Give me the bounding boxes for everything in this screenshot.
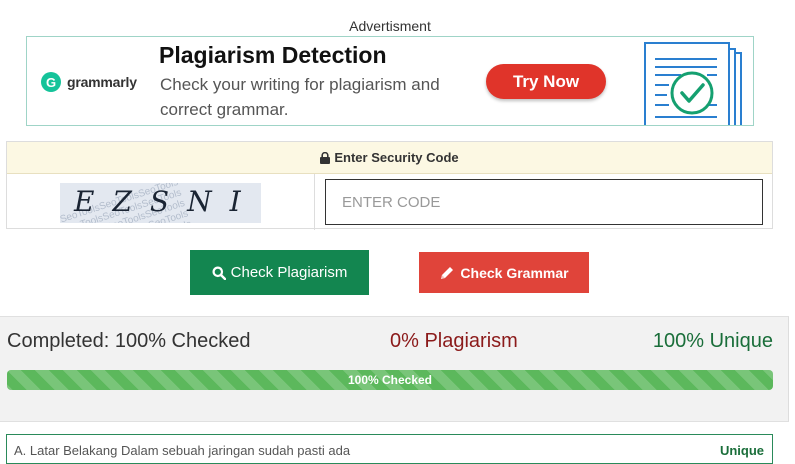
progress-fill: 100% Checked (7, 370, 773, 390)
unique-percentage: 100% Unique (652, 330, 773, 352)
results-panel: Completed: 100% Checked 0% Plagiarism 10… (0, 316, 789, 422)
result-list: A. Latar Belakang Dalam sebuah jaringan … (6, 434, 773, 464)
plagiarism-percentage: 0% Plagiarism (390, 330, 518, 352)
grammarly-logo-icon: G (41, 72, 61, 92)
security-code-table: Enter Security Code SeoToolsSeoToolsSeoT… (6, 141, 773, 230)
result-status-badge: Unique (719, 443, 764, 458)
check-grammar-label: Check Grammar (460, 264, 569, 281)
advertisement-label: Advertisment (349, 18, 431, 34)
grammarly-logo: G grammarly (41, 72, 137, 92)
check-plagiarism-label: Check Plagiarism (230, 264, 348, 281)
grammarly-brand-text: grammarly (67, 74, 137, 90)
advertisement-banner[interactable]: G grammarly Plagiarism Detection Check y… (26, 36, 754, 126)
progress-bar: 100% Checked (7, 370, 773, 390)
check-plagiarism-button[interactable]: Check Plagiarism (190, 250, 369, 295)
captcha-cell: SeoToolsSeoToolsSeoTools SeoToolsSeoTool… (7, 174, 315, 230)
completed-status: Completed: 100% Checked (7, 330, 251, 352)
lock-icon (320, 151, 331, 164)
result-sentence: A. Latar Belakang Dalam sebuah jaringan … (14, 443, 351, 458)
captcha-text: EZSNI (74, 185, 259, 218)
ad-title: Plagiarism Detection (159, 42, 387, 68)
progress-label: 100% Checked (347, 373, 433, 387)
document-check-icon (644, 42, 742, 125)
ad-subtitle: Check your writing for plagiarism and co… (160, 75, 440, 119)
captcha-image: SeoToolsSeoToolsSeoTools SeoToolsSeoTool… (60, 183, 261, 223)
check-grammar-button[interactable]: Check Grammar (419, 252, 589, 293)
pencil-icon (439, 265, 455, 281)
security-code-input[interactable]: ENTER CODE (325, 179, 763, 225)
security-header-label: Enter Security Code (334, 150, 459, 165)
code-cell: ENTER CODE (315, 174, 772, 230)
try-now-button[interactable]: Try Now (486, 64, 606, 99)
security-header: Enter Security Code (7, 142, 772, 174)
search-icon (212, 266, 226, 280)
